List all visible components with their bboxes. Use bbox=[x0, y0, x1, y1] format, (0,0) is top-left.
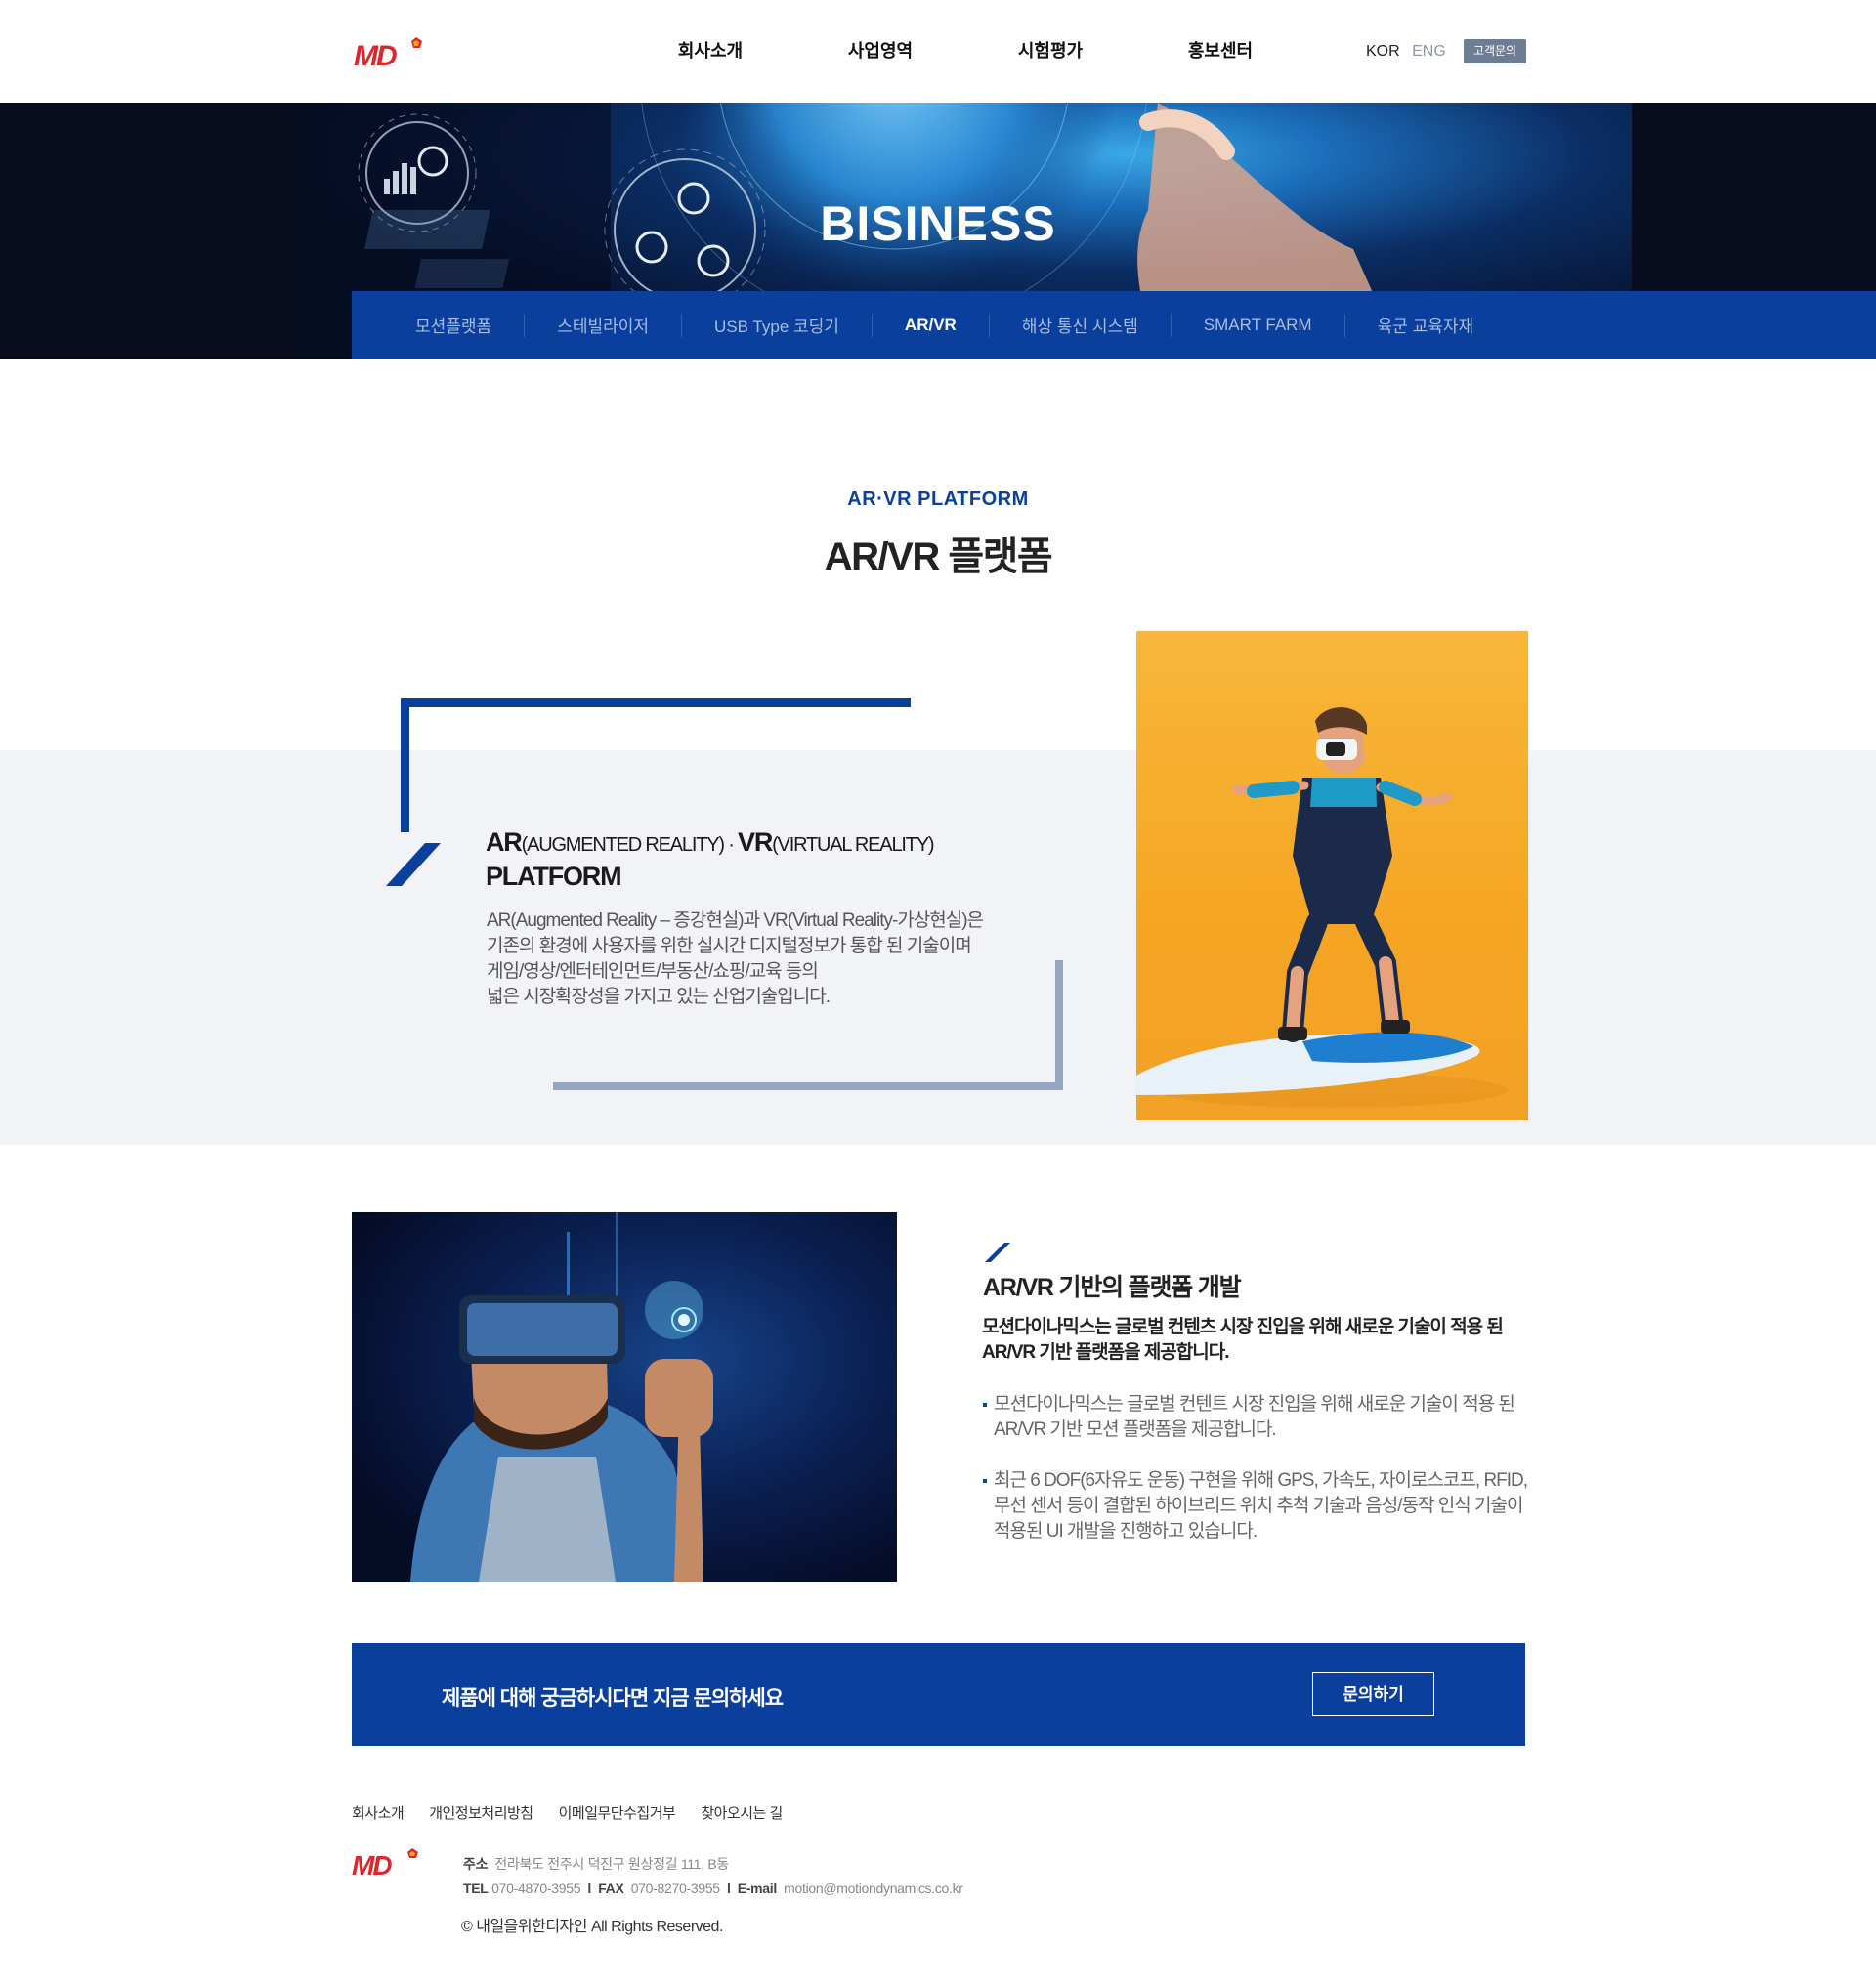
footer-link-directions[interactable]: 찾아오시는 길 bbox=[701, 1802, 783, 1823]
footer-link-company[interactable]: 회사소개 bbox=[352, 1802, 405, 1823]
language-switch: KOR ENG bbox=[1366, 43, 1454, 61]
tel-label: TEL bbox=[463, 1880, 489, 1896]
frame-line-bottom bbox=[553, 1082, 1063, 1090]
description-line: 기존의 환경에 사용자를 위한 실시간 디지털정보가 통합 된 기술이며 bbox=[487, 936, 972, 956]
banner-title: BISINESS bbox=[820, 196, 1056, 251]
development-title: AR/VR 기반의 플랫폼 개발 bbox=[983, 1274, 1242, 1301]
fax-label: FAX bbox=[598, 1880, 624, 1896]
footer-address-row: 주소 전라북도 전주시 덕진구 원상정길 111, B동 bbox=[463, 1852, 963, 1877]
bullet-line: AR/VR 기반 모션 플랫폼을 제공합니다. bbox=[994, 1419, 1277, 1440]
heading-platform: PLATFORM bbox=[486, 862, 622, 891]
nav-testing[interactable]: 시험평가 bbox=[965, 37, 1135, 63]
subnav-marine-comm[interactable]: 해상 통신 시스템 bbox=[990, 313, 1171, 337]
frame-line-left bbox=[401, 698, 409, 832]
company-logo[interactable]: MD bbox=[354, 35, 432, 70]
customer-inquiry-button[interactable]: 고객문의 bbox=[1464, 39, 1526, 63]
subnav-ar-vr[interactable]: AR/VR bbox=[873, 316, 989, 335]
site-header: MD 회사소개 사업영역 시험평가 홍보센터 KOR ENG 고객문의 bbox=[0, 0, 1876, 103]
slash-accent-icon bbox=[985, 1243, 1010, 1262]
frame-line-top bbox=[401, 698, 911, 707]
subnav-army-training[interactable]: 육군 교육자재 bbox=[1345, 313, 1507, 337]
vr-surfer-image bbox=[1136, 631, 1528, 1120]
email-value[interactable]: motion@motiondynamics.co.kr bbox=[784, 1880, 963, 1896]
development-bullets: 모션다이나믹스는 글로벌 컨텐트 시장 진입을 위해 새로운 기술이 적용 된 … bbox=[982, 1392, 1539, 1570]
tel-value: 070-4870-3955 bbox=[491, 1880, 581, 1896]
heading-ar: AR bbox=[486, 827, 523, 857]
main-nav: 회사소개 사업영역 시험평가 홍보센터 bbox=[625, 37, 1305, 63]
lead-line: AR/VR 기반 플랫폼을 제공합니다. bbox=[982, 1342, 1230, 1363]
inquiry-banner: 제품에 대해 궁금하시다면 지금 문의하세요 문의하기 bbox=[352, 1643, 1525, 1746]
nav-business[interactable]: 사업영역 bbox=[795, 37, 965, 63]
subnav-smart-farm[interactable]: SMART FARM bbox=[1172, 316, 1344, 335]
lead-line: 모션다이나믹스는 글로벌 컨텐츠 시장 진입을 위해 새로운 기술이 적용 된 bbox=[982, 1317, 1504, 1337]
fax-value: 070-8270-3955 bbox=[630, 1880, 720, 1896]
section-eyebrow: AR·VR PLATFORM bbox=[847, 488, 1029, 510]
inquiry-text: 제품에 대해 궁금하시다면 지금 문의하세요 bbox=[442, 1687, 784, 1710]
description-line: 넓은 시장확장성을 가지고 있는 산업기술입니다. bbox=[487, 987, 831, 1007]
svg-text:MD: MD bbox=[352, 1850, 392, 1880]
footer-links: 회사소개 개인정보처리방침 이메일무단수집거부 찾아오시는 길 bbox=[352, 1802, 808, 1823]
svg-text:MD: MD bbox=[354, 40, 397, 70]
footer-company-info: 주소 전라북도 전주시 덕진구 원상정길 111, B동 TEL 070-487… bbox=[463, 1852, 963, 1901]
address-label: 주소 bbox=[463, 1856, 489, 1872]
footer-logo: MD bbox=[352, 1848, 418, 1880]
heading-dot: · bbox=[723, 834, 739, 856]
nav-pr-center[interactable]: 홍보센터 bbox=[1135, 37, 1305, 63]
bullet-item: 최근 6 DOF(6자유도 운동) 구현을 위해 GPS, 가속도, 자이로스코… bbox=[982, 1468, 1539, 1544]
address-value: 전라북도 전주시 덕진구 원상정길 111, B동 bbox=[494, 1856, 730, 1872]
description-line: AR(Augmented Reality – 증강현실)과 VR(Virtual… bbox=[487, 910, 984, 931]
subnav-usb-coder[interactable]: USB Type 코딩기 bbox=[682, 313, 872, 337]
inquiry-button[interactable]: 문의하기 bbox=[1312, 1672, 1434, 1716]
development-lead: 모션다이나믹스는 글로벌 컨텐츠 시장 진입을 위해 새로운 기술이 적용 된 … bbox=[982, 1315, 1539, 1366]
heading-vr: VR bbox=[738, 827, 773, 857]
copyright: © 내일을위한디자인 All Rights Reserved. bbox=[461, 1919, 723, 1935]
footer-link-email-policy[interactable]: 이메일무단수집거부 bbox=[559, 1802, 676, 1823]
heading-ar-sub: (AUGMENTED REALITY) bbox=[521, 834, 725, 856]
frame-line-right bbox=[1055, 960, 1063, 1090]
footer-link-privacy[interactable]: 개인정보처리방침 bbox=[429, 1802, 533, 1823]
slash-accent-icon bbox=[386, 843, 441, 886]
platform-description: AR(Augmented Reality – 증강현실)과 VR(Virtual… bbox=[487, 908, 1034, 1010]
subnav-stabilizer[interactable]: 스테빌라이저 bbox=[525, 313, 681, 337]
bullet-line: 최근 6 DOF(6자유도 운동) 구현을 위해 GPS, 가속도, 자이로스코… bbox=[994, 1470, 1528, 1491]
vr-headset-man-image bbox=[352, 1212, 897, 1582]
lang-kor[interactable]: KOR bbox=[1366, 43, 1400, 60]
business-sub-nav: 모션플랫폼 스테빌라이저 USB Type 코딩기 AR/VR 해상 통신 시스… bbox=[352, 291, 1876, 359]
contact-separator: l bbox=[726, 1880, 731, 1896]
footer-contact-row: TEL 070-4870-3955 l FAX 070-8270-3955 l … bbox=[463, 1877, 963, 1901]
platform-heading: AR(AUGMENTED REALITY) · VR(VIRTUAL REALI… bbox=[486, 826, 935, 892]
bullet-line: 적용된 UI 개발을 진행하고 있습니다. bbox=[994, 1521, 1258, 1542]
bullet-line: 모션다이나믹스는 글로벌 컨텐트 시장 진입을 위해 새로운 기술이 적용 된 bbox=[994, 1394, 1515, 1415]
subnav-motion-platform[interactable]: 모션플랫폼 bbox=[383, 313, 524, 337]
page-title: AR/VR 플랫폼 bbox=[824, 535, 1053, 578]
description-line: 게임/영상/엔터테인먼트/부동산/쇼핑/교육 등의 bbox=[487, 961, 819, 982]
bullet-item: 모션다이나믹스는 글로벌 컨텐트 시장 진입을 위해 새로운 기술이 적용 된 … bbox=[982, 1392, 1539, 1443]
email-label: E-mail bbox=[737, 1880, 778, 1896]
contact-separator: l bbox=[587, 1880, 591, 1896]
nav-company[interactable]: 회사소개 bbox=[625, 37, 795, 63]
heading-vr-sub: (VIRTUAL REALITY) bbox=[772, 834, 934, 856]
lang-eng[interactable]: ENG bbox=[1412, 43, 1446, 60]
bullet-line: 무선 센서 등이 결합된 하이브리드 위치 추척 기술과 음성/동작 인식 기술… bbox=[994, 1496, 1523, 1516]
